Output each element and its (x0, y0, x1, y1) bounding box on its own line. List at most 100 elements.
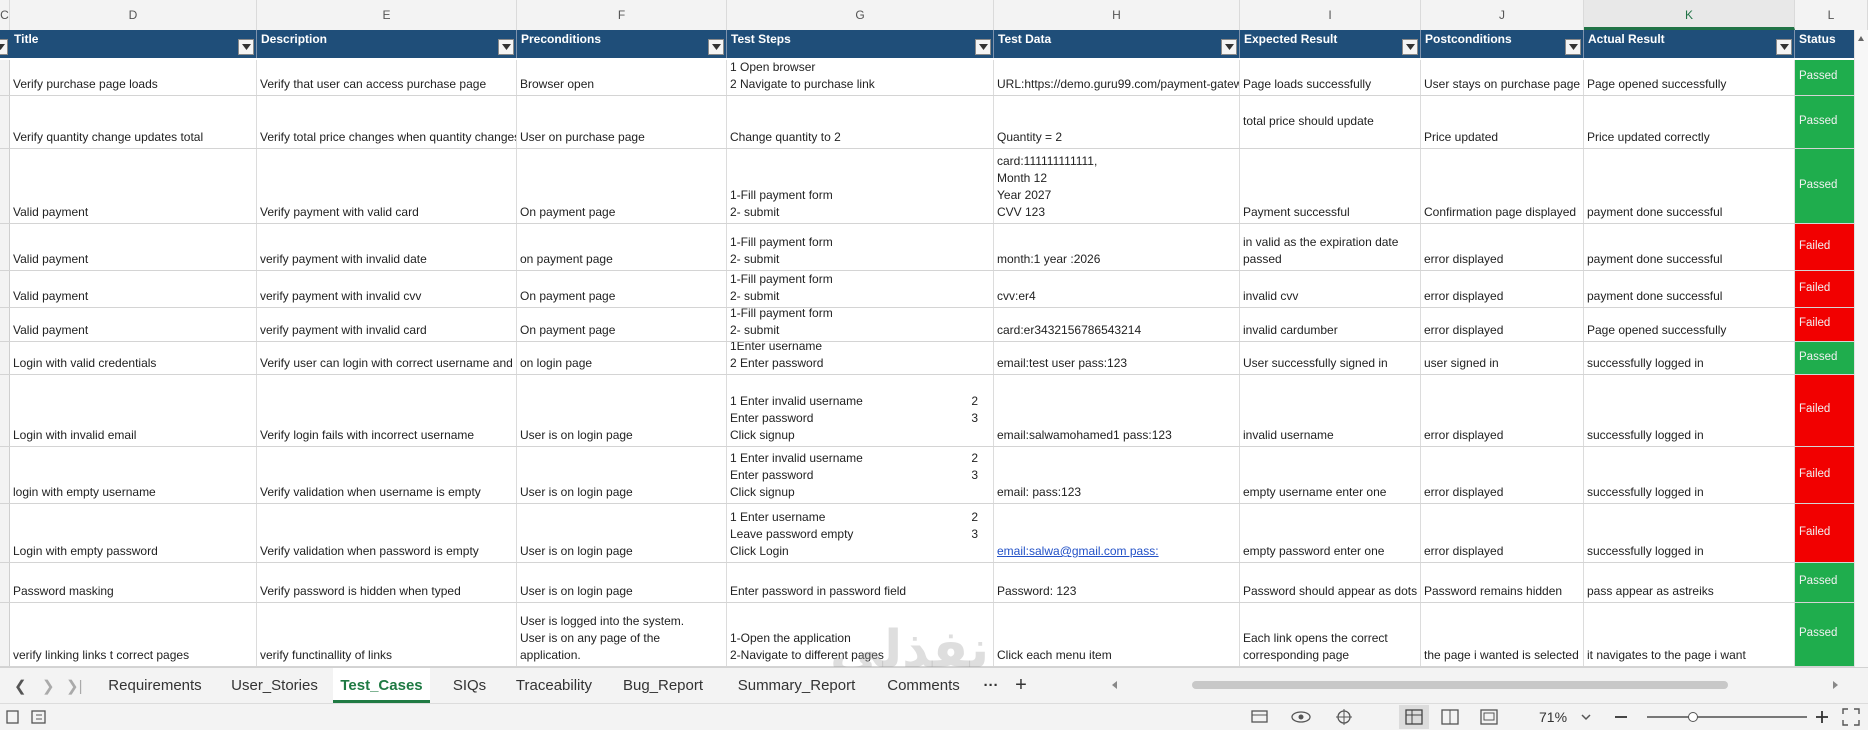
cell-steps[interactable]: 1 Enter username 2 Leave password empty 3 Cl… (727, 504, 994, 562)
cell-steps[interactable]: 1 Open browser 2 Navigate to purchase lin… (727, 60, 994, 95)
cell-steps[interactable]: Change quantity to 2 (727, 96, 994, 148)
cell-post[interactable]: User stays on purchase page (1421, 60, 1584, 95)
page-layout-icon[interactable] (1441, 708, 1459, 726)
status-cell[interactable]: Failed (1795, 504, 1855, 562)
cell-description[interactable]: Verify login fails with incorrect userna… (257, 375, 517, 446)
cell-description[interactable]: Verify that user can access purchase pag… (257, 60, 517, 95)
status-cell[interactable]: Failed (1795, 375, 1855, 446)
cell-preconditions[interactable]: User is logged into the system. User is o… (517, 603, 727, 666)
cell-steps[interactable]: 1-Fill payment form 2- submit (727, 224, 994, 270)
vertical-scroll-thumb[interactable] (1857, 32, 1865, 62)
row-header-stub[interactable] (0, 342, 10, 374)
tab-requirements[interactable]: Requirements (95, 668, 215, 703)
cell-preconditions[interactable]: Browser open (517, 60, 727, 95)
zoom-out-icon[interactable] (1614, 711, 1628, 723)
row-header-stub[interactable] (0, 149, 10, 223)
column-letter-g[interactable]: G (727, 0, 994, 30)
tab-bug-report[interactable]: Bug_Report (609, 668, 717, 703)
cell-description[interactable]: Verify payment with valid card (257, 149, 517, 223)
cell-post[interactable]: Price updated (1421, 96, 1584, 148)
cell-expected[interactable]: in valid as the expiration date passed (1240, 224, 1421, 270)
horizontal-scrollbar[interactable] (1110, 676, 1840, 694)
cell-data[interactable]: email: pass:123 (994, 447, 1240, 503)
scroll-left-icon[interactable] (1110, 680, 1120, 690)
column-letter-l[interactable]: L (1795, 0, 1868, 30)
filter-dropdown-icon[interactable] (1221, 39, 1237, 55)
cell-title[interactable]: Login with valid credentials (10, 342, 257, 374)
cell-preconditions[interactable]: User on purchase page (517, 96, 727, 148)
cell-expected[interactable]: Payment successful (1240, 149, 1421, 223)
cell-data[interactable]: email:salwa@gmail.com pass: (994, 504, 1240, 562)
row-header-stub[interactable] (0, 504, 10, 562)
status-cell[interactable]: Failed (1795, 224, 1855, 270)
display-settings-icon[interactable] (1250, 708, 1270, 726)
cell-title[interactable]: Valid payment (10, 308, 257, 341)
horizontal-scroll-thumb[interactable] (1192, 681, 1728, 689)
cell-expected[interactable]: Password should appear as dots (1240, 563, 1421, 602)
zoom-dropdown-icon[interactable] (1580, 711, 1592, 723)
cell-post[interactable]: user signed in (1421, 342, 1584, 374)
cell-actual[interactable]: successfully logged in (1584, 342, 1795, 374)
cell-description[interactable]: Verify validation when password is empty (257, 504, 517, 562)
scroll-right-icon[interactable] (1830, 680, 1840, 690)
status-cell[interactable]: Passed (1795, 149, 1855, 223)
zoom-level[interactable]: 71% (1539, 709, 1567, 725)
status-cell[interactable]: Passed (1795, 60, 1855, 95)
cell-data[interactable]: cvv:er4 (994, 271, 1240, 307)
tab-siqs[interactable]: SIQs (437, 668, 502, 703)
tab-user-stories[interactable]: User_Stories (222, 668, 327, 703)
cell-steps[interactable]: 1-Fill payment form 2- submit (727, 308, 994, 341)
cell-steps[interactable]: 1-Fill payment form 2- submit (727, 271, 994, 307)
cell-actual[interactable]: payment done successful (1584, 271, 1795, 307)
cell-expected[interactable]: invalid cardumber (1240, 308, 1421, 341)
cell-steps[interactable]: Enter password in password field (727, 563, 994, 602)
fullscreen-icon[interactable] (1842, 708, 1860, 726)
tab-summary-report[interactable]: Summary_Report (724, 668, 869, 703)
cell-title[interactable]: Verify quantity change updates total (10, 96, 257, 148)
status-cell[interactable]: Passed (1795, 563, 1855, 602)
row-header-stub[interactable] (0, 603, 10, 666)
cell-data[interactable]: email:test user pass:123 (994, 342, 1240, 374)
cell-actual[interactable]: Page opened successfully (1584, 308, 1795, 341)
cell-title[interactable]: Valid payment (10, 271, 257, 307)
tab-nav-last-icon[interactable]: ❯| (66, 677, 82, 695)
status-cell[interactable]: Failed (1795, 271, 1855, 307)
cell-description[interactable]: verify functinallity of links (257, 603, 517, 666)
row-header-stub[interactable] (0, 375, 10, 446)
cell-preconditions[interactable]: on login page (517, 342, 727, 374)
cell-actual[interactable]: it navigates to the page i want (1584, 603, 1795, 666)
column-letter-k[interactable]: K (1584, 0, 1795, 30)
cell-description[interactable]: verify payment with invalid date (257, 224, 517, 270)
row-header-stub[interactable] (0, 224, 10, 270)
status-cell[interactable]: Passed (1795, 603, 1855, 666)
cell-preconditions[interactable]: On payment page (517, 308, 727, 341)
filter-dropdown-icon[interactable] (1565, 39, 1581, 55)
row-header-stub[interactable] (0, 563, 10, 602)
cell-description[interactable]: Verify validation when username is empty (257, 447, 517, 503)
cell-data[interactable]: card:111111111111, Month 12 Year 2027 CVV 1… (994, 149, 1240, 223)
tab-nav-next-icon[interactable]: ❯ (42, 677, 55, 695)
filter-dropdown-icon[interactable] (975, 39, 991, 55)
cell-description[interactable]: verify payment with invalid cvv (257, 271, 517, 307)
cell-post[interactable]: error displayed (1421, 271, 1584, 307)
cell-title[interactable]: Login with empty password (10, 504, 257, 562)
cell-expected[interactable]: invalid cvv (1240, 271, 1421, 307)
cell-description[interactable]: Verify user can login with correct usern… (257, 342, 517, 374)
cell-expected[interactable]: User successfully signed in (1240, 342, 1421, 374)
cell-expected[interactable]: Page loads successfully (1240, 60, 1421, 95)
cell-data[interactable]: Quantity = 2 (994, 96, 1240, 148)
cell-preconditions[interactable]: On payment page (517, 149, 727, 223)
cell-data[interactable]: card:er3432156786543214 (994, 308, 1240, 341)
cell-preconditions[interactable]: User is on login page (517, 504, 727, 562)
filter-dropdown-icon[interactable] (498, 39, 514, 55)
column-letter-e[interactable]: E (257, 0, 517, 30)
vertical-scrollbar[interactable] (1854, 30, 1868, 667)
cell-data[interactable]: Password: 123 (994, 563, 1240, 602)
cell-post[interactable]: Confirmation page displayed (1421, 149, 1584, 223)
status-cell[interactable]: Passed (1795, 96, 1855, 148)
status-cell[interactable]: Failed (1795, 447, 1855, 503)
column-letter-h[interactable]: H (994, 0, 1240, 30)
add-sheet-button[interactable]: + (1010, 668, 1032, 703)
column-letter-j[interactable]: J (1421, 0, 1584, 30)
cell-steps[interactable]: 1Enter username 2 Enter password (727, 342, 994, 374)
